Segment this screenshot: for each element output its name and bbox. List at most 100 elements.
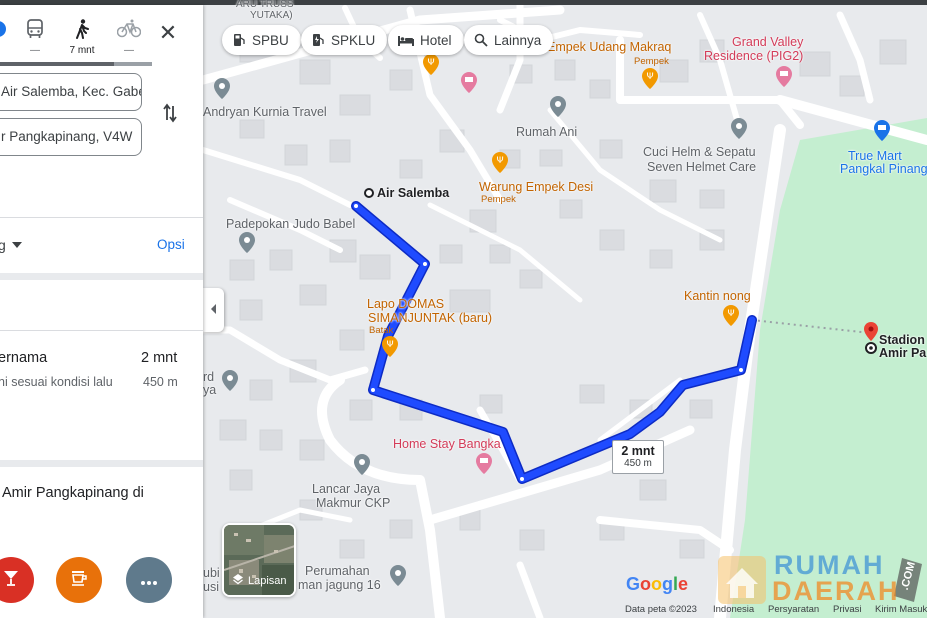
- map-label-lapo-2[interactable]: SIMANJUNTAK (baru): [368, 311, 492, 325]
- map-label-warung-empek[interactable]: Warung Empek Desi: [479, 180, 593, 194]
- origin-marker: [364, 188, 374, 198]
- mode-progress-fill: [0, 62, 114, 66]
- map-label-air-salemba[interactable]: Air Salemba: [377, 186, 449, 200]
- mode-walking[interactable]: 7 mnt: [62, 19, 102, 56]
- map-label-pempek-2: Pempek: [481, 194, 516, 205]
- map-label-yutaka: YUTAKA): [250, 10, 293, 21]
- search-icon: [474, 33, 488, 47]
- coffee-button[interactable]: [56, 557, 102, 603]
- map-label-rumah-ani[interactable]: Rumah Ani: [516, 125, 577, 139]
- map-label-rd: rd: [203, 370, 215, 384]
- svg-text:Ψ: Ψ: [646, 72, 653, 82]
- map-label-true-mart-2[interactable]: Pangkal Pinang: [840, 162, 927, 176]
- divider: [0, 273, 203, 280]
- divider: [0, 217, 203, 218]
- chip-spbu-label: SPBU: [252, 32, 289, 48]
- svg-text:Ψ: Ψ: [386, 340, 393, 350]
- chip-spklu[interactable]: SPKLU: [301, 25, 388, 55]
- close-icon: ✕: [158, 20, 178, 45]
- coffee-icon: [70, 569, 88, 592]
- chip-hotel[interactable]: Hotel: [388, 25, 464, 55]
- gas-station-icon: [232, 33, 246, 47]
- walking-icon: [74, 19, 90, 42]
- map-label-true-mart-1[interactable]: True Mart: [848, 149, 902, 163]
- map-label-perumahan-2[interactable]: man jagung 16: [298, 578, 381, 592]
- map-label-padepokan[interactable]: Padepokan Judo Babel: [226, 217, 355, 231]
- map-label-ubi-1: ubi: [203, 566, 220, 580]
- layers-icon: [232, 573, 244, 588]
- divider: [0, 330, 203, 331]
- chip-spklu-label: SPKLU: [331, 32, 376, 48]
- map-label-grand-valley-2[interactable]: Residence (PIG2): [704, 49, 803, 63]
- route-name: ernama: [0, 350, 48, 366]
- chip-lainnya[interactable]: Lainnya: [464, 25, 554, 55]
- svg-text:Ψ: Ψ: [427, 58, 434, 68]
- map-label-perumahan-1[interactable]: Perumahan: [305, 564, 370, 578]
- maps-window: Ψ Ψ Ψ Ψ Ψ ARU TRUSS YUTAKA) Empek Udang Makr…: [0, 0, 927, 618]
- map-label-stadion-1[interactable]: Stadion: [879, 333, 925, 347]
- map-label-andryan[interactable]: Andryan Kurnia Travel: [203, 105, 327, 119]
- destination-explore-text: Amir Pangkapinang di: [2, 485, 144, 501]
- travel-mode-bar: — 7 mnt — ✕: [0, 5, 203, 67]
- route-bubble-distance: 450 m: [624, 458, 652, 469]
- map-label-lancar-1[interactable]: Lancar Jaya: [312, 482, 380, 496]
- bus-icon: [26, 19, 44, 42]
- svg-text:Ψ: Ψ: [727, 309, 734, 319]
- origin-value: Air Salemba, Kec. Gabek: [1, 84, 142, 99]
- map-label-home-stay[interactable]: Home Stay Bangka: [393, 437, 501, 451]
- map-label-aru-truss: ARU TRUSS: [236, 0, 294, 10]
- mode-progress-track: [0, 62, 152, 66]
- car-icon: [0, 21, 6, 37]
- route-duration-bubble[interactable]: 2 mnt 450 m: [612, 440, 664, 474]
- layers-label-wrap: Lapisan: [232, 573, 287, 588]
- google-logo: Google: [626, 574, 689, 594]
- swap-button[interactable]: [158, 103, 182, 127]
- route-distance: 450 m: [143, 375, 178, 389]
- chip-hotel-label: Hotel: [420, 32, 452, 48]
- cocktail-icon: [2, 569, 20, 592]
- map-label-pempek-1: Pempek: [634, 56, 669, 67]
- bars-button[interactable]: [0, 557, 34, 603]
- map-label-kantin[interactable]: Kantin nong: [684, 289, 751, 303]
- map-label-cuci-helm-2[interactable]: Seven Helmet Care: [647, 160, 756, 174]
- more-dots-icon: [140, 570, 158, 591]
- close-button[interactable]: ✕: [156, 22, 180, 46]
- map-label-ubi-2: usi: [203, 580, 219, 594]
- map-label-lapo-1[interactable]: Lapo DOMAS: [367, 297, 444, 311]
- map-label-empek-udang[interactable]: Empek Udang Makraq: [547, 40, 671, 54]
- route-time: 2 mnt: [141, 350, 178, 366]
- map-label-ya: ya: [203, 383, 217, 397]
- origin-field[interactable]: Air Salemba, Kec. Gabek: [0, 73, 142, 111]
- chip-spbu[interactable]: SPBU: [222, 25, 301, 55]
- map-label-grand-valley-1[interactable]: Grand Valley: [732, 35, 803, 49]
- directions-panel: — 7 mnt — ✕ Air Salemba, Kec. Gabek r Pa…: [0, 5, 203, 618]
- mode-transit-time: —: [30, 45, 40, 56]
- footer-map-data: Data peta ©2023: [625, 604, 697, 615]
- destination-field[interactable]: r Pangkapinang, V4W: [0, 118, 142, 156]
- divider: [0, 460, 203, 467]
- watermark-text-2: DAERAH: [772, 576, 900, 606]
- route-note: ni sesuai kondisi lalu: [0, 375, 113, 389]
- route-bubble-time: 2 mnt: [621, 444, 655, 458]
- map-label-batak: Batak: [369, 325, 394, 336]
- map-label-lancar-2[interactable]: Makmur CKP: [316, 496, 390, 510]
- mode-walking-time: 7 mnt: [69, 45, 95, 56]
- layers-label: Lapisan: [248, 574, 287, 587]
- watermark-logo: RUMAH DAERAH .COM: [716, 550, 926, 606]
- mode-transit[interactable]: —: [15, 19, 55, 56]
- layers-button[interactable]: Lapisan: [222, 523, 296, 597]
- collapse-panel-button[interactable]: [203, 288, 224, 332]
- map-label-stadion-2[interactable]: Amir Pa: [879, 346, 926, 360]
- chevron-left-icon: [210, 301, 218, 319]
- destination-value: r Pangkapinang, V4W: [1, 129, 133, 144]
- map-label-cuci-helm-1[interactable]: Cuci Helm & Sepatu: [643, 145, 756, 159]
- bed-icon: [398, 34, 414, 46]
- options-button[interactable]: Opsi: [157, 237, 185, 252]
- chevron-down-icon[interactable]: [12, 242, 22, 248]
- depart-options-label[interactable]: g: [0, 237, 6, 253]
- ev-charger-icon: [311, 33, 325, 47]
- bicycle-icon: [116, 19, 142, 42]
- mode-cycling[interactable]: —: [109, 19, 149, 56]
- more-button[interactable]: [126, 557, 172, 603]
- svg-text:Ψ: Ψ: [496, 156, 503, 166]
